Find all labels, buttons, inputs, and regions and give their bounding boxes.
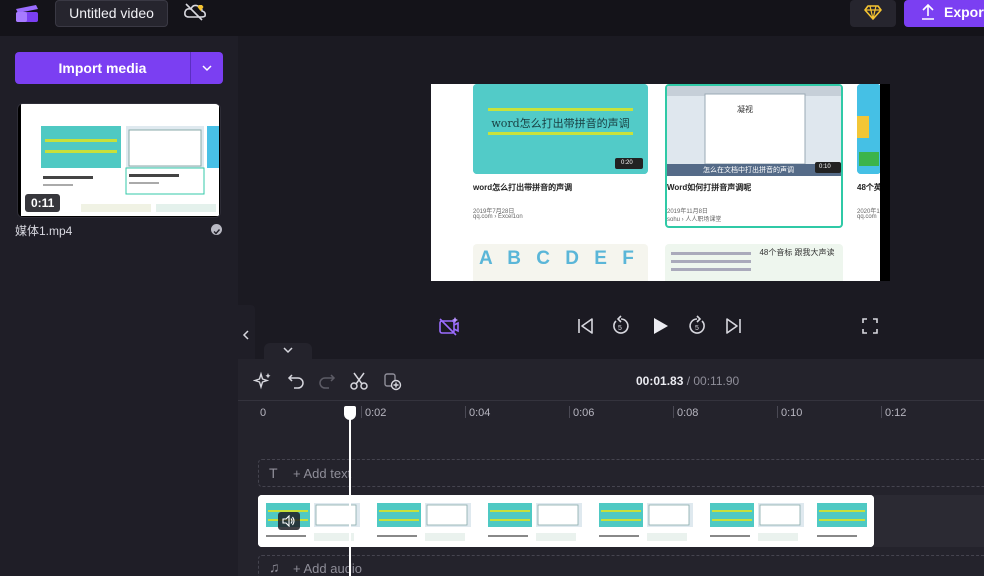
play-icon[interactable] [649,315,671,337]
added-check-icon [211,224,222,235]
music-note-icon: ♫ [269,559,280,575]
video-preview[interactable]: word怎么打出带拼音的声调 0:20 word怎么打出带拼音的声调 2019年… [431,84,890,281]
forward-5s-icon[interactable]: 5 [686,315,708,337]
clip-frame [591,495,701,547]
collapse-panel-button[interactable] [238,305,255,365]
media-item-card[interactable]: 0:11 [17,103,221,218]
timeline-divider [238,400,984,401]
magic-sparkle-icon[interactable] [252,371,273,391]
export-button[interactable]: Export [904,0,984,27]
ruler-tick [465,406,466,418]
ruler-tick [673,406,674,418]
preview-card-thumbnail [857,84,881,174]
volume-icon[interactable] [278,512,300,530]
add-audio-track[interactable]: ♫ + Add audio [258,555,984,576]
inner-caption: 怎么在文档中打出拼音的声调 [703,167,794,174]
media-filename: 媒体1.mp4 [15,224,73,238]
ruler-label: 0:04 [469,407,491,419]
chevron-down-icon [283,347,293,354]
cloud-sync-off-icon[interactable] [182,1,208,23]
skip-to-start-icon[interactable] [575,315,597,337]
video-title[interactable]: Untitled video [55,0,168,27]
video-track-empty [874,495,984,547]
magic-camera-off-icon[interactable] [438,315,460,337]
ruler-tick [881,406,882,418]
text-icon: T [269,465,278,481]
ruler-label: 0:10 [781,407,803,419]
import-options-button[interactable] [191,52,223,84]
svg-text:5: 5 [618,325,622,332]
redo-icon[interactable] [317,371,337,391]
top-bar: Untitled video Export [0,0,984,36]
import-media-label: Import media [58,60,147,76]
card-source: qq.com [857,214,877,220]
card-source: sohu › 人人职场课堂 [667,217,722,223]
app-logo-icon[interactable] [14,1,40,23]
phonetic-card-text: 48个音标 跟我大声读 [759,248,835,257]
card-source: qq.com › Excel1on [473,214,523,220]
scissors-icon[interactable] [349,371,369,391]
card-thumb-text: word怎么打出带拼音的声调 [491,117,630,130]
duplicate-icon[interactable] [382,371,402,391]
chevron-left-icon [242,330,249,340]
card-duration-badge: 0:20 [621,160,633,166]
time-readout: 00:01.83 / 00:11.90 [636,374,739,388]
timeline-toggle-button[interactable] [264,343,312,359]
card-duration-badge: 0:10 [819,164,831,170]
ruler-label: 0:02 [365,407,387,419]
clip-frame [258,495,368,547]
diamond-icon [864,5,882,20]
card-title: 48个英 [857,183,882,192]
clipchamp-editor: Untitled video Export Import media 0:11 … [0,0,984,576]
preview-card-thumbnail: 48个音标 跟我大声读 [665,244,843,281]
add-text-label: + Add text [293,466,352,481]
ruler-label: 0:06 [573,407,595,419]
chevron-down-icon [202,65,212,72]
media-duration-badge: 0:11 [25,194,61,212]
media-panel: Import media 0:11 媒体1.mp4 [0,36,238,576]
ruler-tick [777,406,778,418]
total-time: / 00:11.90 [683,374,740,388]
inner-window-title: 凝视 [737,105,753,114]
ruler-label: 0 [260,407,267,419]
premium-button[interactable] [850,0,896,27]
rewind-5s-icon[interactable]: 5 [610,315,632,337]
fullscreen-icon[interactable] [859,315,881,337]
ruler-tick [569,406,570,418]
svg-text:5: 5 [695,325,699,332]
preview-card-thumbnail: A B C D E F G [473,244,648,281]
add-text-track[interactable]: T + Add text [258,459,984,487]
ruler-tick [361,406,362,418]
preview-card-thumbnail: word怎么打出带拼音的声调 0:20 [473,84,648,174]
timeline-panel: 00:01.83 / 00:11.90 0 0:02 0:04 0:06 0:0… [238,359,984,576]
clip-frame [369,495,479,547]
undo-icon[interactable] [286,371,306,391]
export-label: Export [944,4,984,20]
clip-frame [813,495,874,547]
playhead-handle[interactable] [344,406,356,420]
card-title: word怎么打出带拼音的声调 [473,183,573,192]
alphabet-letters: A B C D E F G [479,248,648,269]
playhead-line[interactable] [349,417,351,576]
ruler-label: 0:08 [677,407,699,419]
ruler-label: 0:12 [885,407,907,419]
clip-frame [702,495,812,547]
skip-to-end-icon[interactable] [722,315,744,337]
card-title: Word如何打拼音声调呢 [667,183,752,192]
add-audio-label: + Add audio [293,561,363,576]
import-media-button[interactable]: Import media [15,52,223,84]
clip-frame [480,495,590,547]
current-time: 00:01.83 [636,374,684,388]
upload-icon [922,3,934,20]
preview-letterbox [880,84,890,281]
